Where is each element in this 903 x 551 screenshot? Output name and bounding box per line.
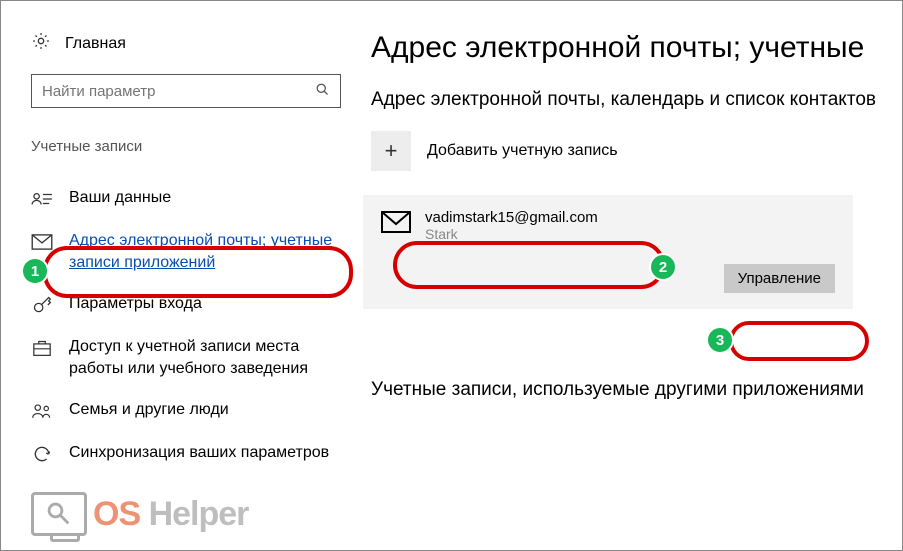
section-heading-email: Адрес электронной почты, календарь и спи… — [371, 87, 882, 113]
sidebar-item-label: Доступ к учетной записи места работы или… — [69, 336, 351, 379]
briefcase-icon — [31, 337, 53, 359]
add-account-button[interactable]: + Добавить учетную запись — [371, 131, 882, 171]
sidebar-item-signin-options[interactable]: Параметры входа — [31, 283, 351, 326]
add-account-label: Добавить учетную запись — [427, 142, 618, 160]
account-entry[interactable]: vadimstark15@gmail.com Stark Управление — [363, 195, 853, 309]
plus-icon: + — [371, 131, 411, 171]
sidebar-item-sync[interactable]: Синхронизация ваших параметров — [31, 432, 351, 475]
key-icon — [31, 294, 53, 316]
envelope-icon — [381, 209, 411, 238]
sidebar-section-title: Учетные записи — [31, 138, 351, 155]
sidebar-item-label: Синхронизация ваших параметров — [69, 442, 329, 464]
sidebar-item-work-access[interactable]: Доступ к учетной записи места работы или… — [31, 326, 351, 389]
home-link[interactable]: Главная — [31, 31, 351, 56]
mail-icon — [31, 231, 53, 253]
people-icon — [31, 400, 53, 422]
person-card-icon — [31, 188, 53, 210]
section-heading-other-apps: Учетные записи, используемые другими при… — [371, 377, 882, 403]
gear-icon — [31, 31, 51, 56]
sidebar-item-your-info[interactable]: Ваши данные — [31, 177, 351, 220]
sidebar-item-label: Параметры входа — [69, 293, 202, 315]
sidebar-item-family[interactable]: Семья и другие люди — [31, 389, 351, 432]
account-email: vadimstark15@gmail.com — [425, 209, 598, 226]
sidebar-item-label: Семья и другие люди — [69, 399, 229, 421]
sidebar-item-email-accounts[interactable]: Адрес электронной почты; учетные записи … — [31, 220, 351, 283]
search-input[interactable] — [31, 74, 341, 108]
sidebar-item-label: Адрес электронной почты; учетные записи … — [69, 230, 351, 273]
search-icon — [315, 82, 330, 101]
home-label: Главная — [65, 35, 126, 53]
manage-button[interactable]: Управление — [724, 264, 835, 293]
sync-icon — [31, 443, 53, 465]
account-name: Stark — [425, 226, 598, 242]
sidebar-item-label: Ваши данные — [69, 187, 171, 209]
search-field[interactable] — [42, 83, 302, 100]
page-title: Адрес электронной почты; учетные — [371, 31, 882, 65]
